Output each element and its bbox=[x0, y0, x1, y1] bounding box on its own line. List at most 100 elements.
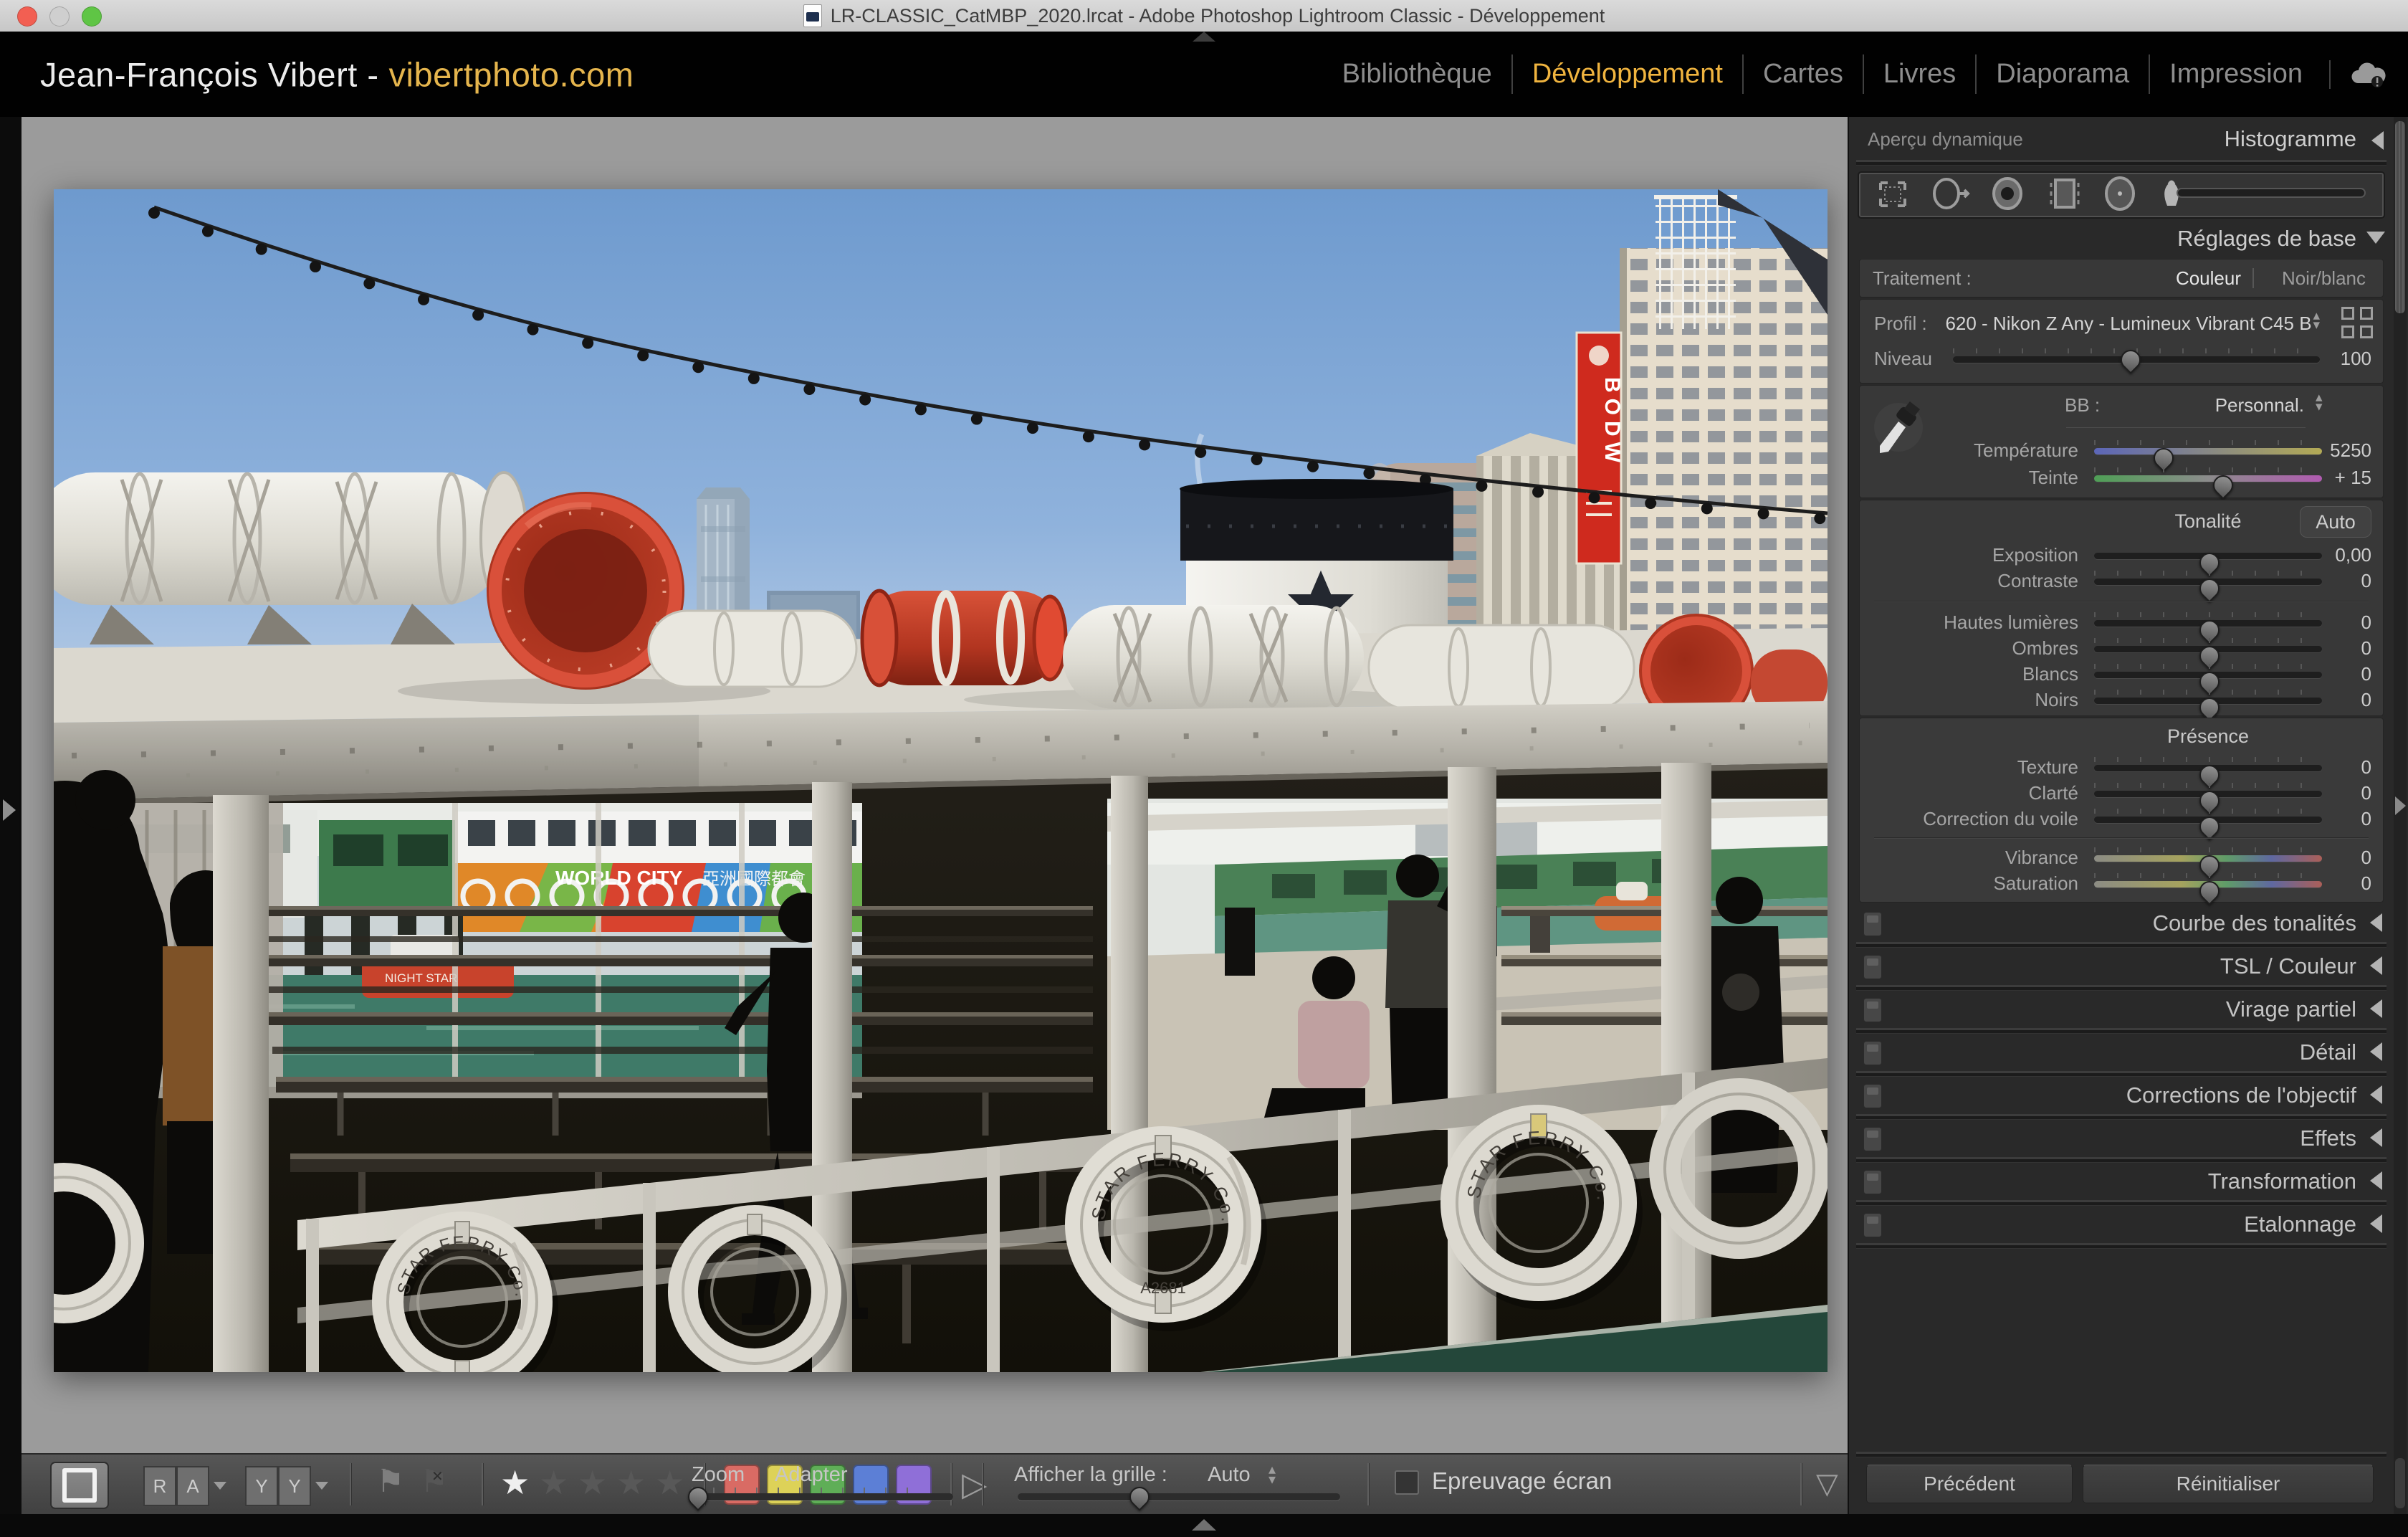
pick-flag-icon[interactable]: ⚑ bbox=[376, 1463, 404, 1500]
temp-slider[interactable] bbox=[2094, 448, 2322, 455]
adjustment-brush-icon[interactable] bbox=[2164, 181, 2365, 206]
module-bibliotheque[interactable]: Bibliothèque bbox=[1323, 54, 1511, 94]
module-livres[interactable]: Livres bbox=[1863, 54, 1975, 94]
collapse-arrow-icon[interactable] bbox=[2370, 956, 2382, 975]
panel-toggle-switch[interactable] bbox=[1863, 1170, 1882, 1194]
panel-header-corrections-objectif[interactable]: Corrections de l'objectif bbox=[1849, 1077, 2408, 1114]
treatment-color-option[interactable]: Couleur bbox=[2176, 267, 2241, 290]
module-cartes[interactable]: Cartes bbox=[1742, 54, 1863, 94]
contrast-slider[interactable] bbox=[2094, 579, 2322, 585]
module-impression[interactable]: Impression bbox=[2149, 54, 2322, 94]
soft-proof-checkbox[interactable] bbox=[1395, 1470, 1419, 1495]
grid-value-carets-icon[interactable]: ▴▾ bbox=[1268, 1465, 1276, 1485]
crop-tool-icon[interactable] bbox=[1881, 183, 1905, 206]
exposure-slider[interactable] bbox=[2094, 553, 2322, 559]
tint-slider[interactable] bbox=[2094, 475, 2322, 482]
profile-carets-icon[interactable]: ▴▾ bbox=[2313, 311, 2320, 330]
collapse-arrow-icon[interactable] bbox=[2370, 1085, 2382, 1104]
dehaze-slider-thumb[interactable] bbox=[2195, 812, 2224, 841]
whites-slider[interactable] bbox=[2094, 672, 2322, 678]
red-eye-tool-icon[interactable] bbox=[1994, 179, 2021, 209]
clarity-slider[interactable] bbox=[2094, 791, 2322, 797]
panel-toggle-switch[interactable] bbox=[1863, 1127, 1882, 1151]
collapse-arrow-icon[interactable] bbox=[2370, 1171, 2382, 1190]
basic-expand-arrow-icon[interactable] bbox=[2366, 232, 2385, 244]
reject-flag-icon[interactable]: ⚑✕ bbox=[420, 1463, 448, 1500]
panel-header-effets[interactable]: Effets bbox=[1849, 1120, 2408, 1157]
zoom-slider[interactable] bbox=[688, 1493, 953, 1500]
auto-tone-button[interactable]: Auto bbox=[2300, 506, 2371, 538]
module-diaporama[interactable]: Diaporama bbox=[1975, 54, 2149, 94]
filmstrip-reveal-arrow-icon[interactable] bbox=[1192, 1519, 1216, 1531]
dehaze-slider[interactable] bbox=[2094, 817, 2322, 823]
histogram-collapse-arrow-icon[interactable] bbox=[2371, 131, 2384, 150]
toolbar-options-caret-icon[interactable]: ▽ bbox=[1816, 1467, 1838, 1500]
saturation-slider[interactable] bbox=[2094, 881, 2322, 888]
soft-proof-label[interactable]: Epreuvage écran bbox=[1432, 1467, 1612, 1495]
panel-header-transformation[interactable]: Transformation bbox=[1849, 1163, 2408, 1200]
grid-value[interactable]: Auto bbox=[1208, 1463, 1251, 1487]
vibrance-slider[interactable] bbox=[2094, 855, 2322, 862]
scrollbar-grip[interactable] bbox=[2395, 1458, 2405, 1508]
blacks-slider[interactable] bbox=[2094, 698, 2322, 704]
heal-tool-icon[interactable] bbox=[1934, 179, 1968, 208]
radial-filter-icon[interactable] bbox=[2106, 178, 2134, 209]
fit-label[interactable]: Adapter bbox=[775, 1463, 848, 1487]
collapse-arrow-icon[interactable] bbox=[2370, 1128, 2382, 1147]
module-developpement[interactable]: Développement bbox=[1511, 54, 1742, 94]
zoom-button[interactable] bbox=[82, 6, 102, 27]
texture-slider[interactable] bbox=[2094, 765, 2322, 771]
reference-view-button[interactable]: RA bbox=[143, 1466, 209, 1506]
wb-carets-icon[interactable]: ▴▾ bbox=[2316, 393, 2323, 411]
smart-preview-status[interactable]: Aperçu dynamique bbox=[1868, 128, 2023, 151]
panel-toggle-switch[interactable] bbox=[1863, 955, 1882, 979]
panel-header-virage-partiel[interactable]: Virage partiel bbox=[1849, 991, 2408, 1028]
star-rating-2[interactable]: ★ bbox=[539, 1463, 568, 1502]
loupe-view-button[interactable] bbox=[50, 1462, 109, 1509]
grid-slider-thumb[interactable] bbox=[1125, 1483, 1154, 1511]
star-rating-1[interactable]: ★ bbox=[500, 1463, 530, 1502]
shadows-slider[interactable] bbox=[2094, 646, 2322, 652]
right-panel-scrollbar[interactable] bbox=[2394, 117, 2407, 1514]
tint-slider-thumb[interactable] bbox=[2209, 471, 2237, 500]
panel-toggle-switch[interactable] bbox=[1863, 1041, 1882, 1065]
histogram-panel-header[interactable]: Aperçu dynamique Histogramme bbox=[1849, 123, 2389, 156]
collapse-arrow-icon[interactable] bbox=[2370, 999, 2382, 1018]
grid-size-slider[interactable] bbox=[1018, 1493, 1340, 1500]
panel-header-detail[interactable]: Détail bbox=[1849, 1034, 2408, 1071]
previous-button[interactable]: Précédent bbox=[1866, 1465, 2073, 1503]
left-panel-reveal-arrow-icon[interactable] bbox=[3, 799, 16, 821]
before-after-caret-icon[interactable] bbox=[315, 1482, 328, 1490]
graduated-filter-icon[interactable] bbox=[2051, 180, 2078, 207]
impromptu-slideshow-icon[interactable]: ▷ bbox=[962, 1465, 987, 1503]
panel-toggle-switch[interactable] bbox=[1863, 1213, 1882, 1237]
saturation-slider-thumb[interactable] bbox=[2195, 877, 2224, 905]
photo-canvas[interactable]: BODW bbox=[54, 189, 1828, 1372]
panel-toggle-switch[interactable] bbox=[1863, 912, 1882, 936]
panel-header-etalonnage[interactable]: Etalonnage bbox=[1849, 1206, 2408, 1243]
treatment-bw-option[interactable]: Noir/blanc bbox=[2282, 267, 2366, 290]
highlights-slider[interactable] bbox=[2094, 620, 2322, 627]
collapse-arrow-icon[interactable] bbox=[2370, 1042, 2382, 1061]
before-after-view-button[interactable]: YY bbox=[245, 1466, 311, 1506]
right-panel-collapse-arrow-icon[interactable] bbox=[2395, 796, 2406, 815]
star-rating-5[interactable]: ★ bbox=[655, 1463, 684, 1502]
profile-browser-icon[interactable] bbox=[2341, 307, 2373, 338]
panel-toggle-switch[interactable] bbox=[1863, 1084, 1882, 1108]
scrollbar-thumb[interactable] bbox=[2395, 121, 2405, 313]
top-panel-reveal-arrow-icon[interactable] bbox=[1193, 32, 1215, 42]
close-button[interactable] bbox=[17, 6, 37, 27]
reset-button[interactable]: Réinitialiser bbox=[2083, 1465, 2374, 1503]
panel-toggle-switch[interactable] bbox=[1863, 998, 1882, 1022]
star-rating-3[interactable]: ★ bbox=[578, 1463, 607, 1502]
zoom-label[interactable]: Zoom bbox=[692, 1463, 745, 1487]
basic-panel-header[interactable]: Réglages de base bbox=[1849, 226, 2389, 257]
histogram-title[interactable]: Histogramme bbox=[2225, 126, 2356, 152]
star-rating-4[interactable]: ★ bbox=[616, 1463, 646, 1502]
basic-panel-title[interactable]: Réglages de base bbox=[2177, 226, 2356, 252]
collapse-arrow-icon[interactable] bbox=[2370, 913, 2382, 932]
level-slider[interactable] bbox=[1953, 356, 2320, 363]
panel-header-courbe-des-tonalites[interactable]: Courbe des tonalités bbox=[1849, 905, 2408, 942]
sync-status-icon[interactable] bbox=[2329, 60, 2386, 89]
minimize-button[interactable] bbox=[49, 6, 70, 27]
